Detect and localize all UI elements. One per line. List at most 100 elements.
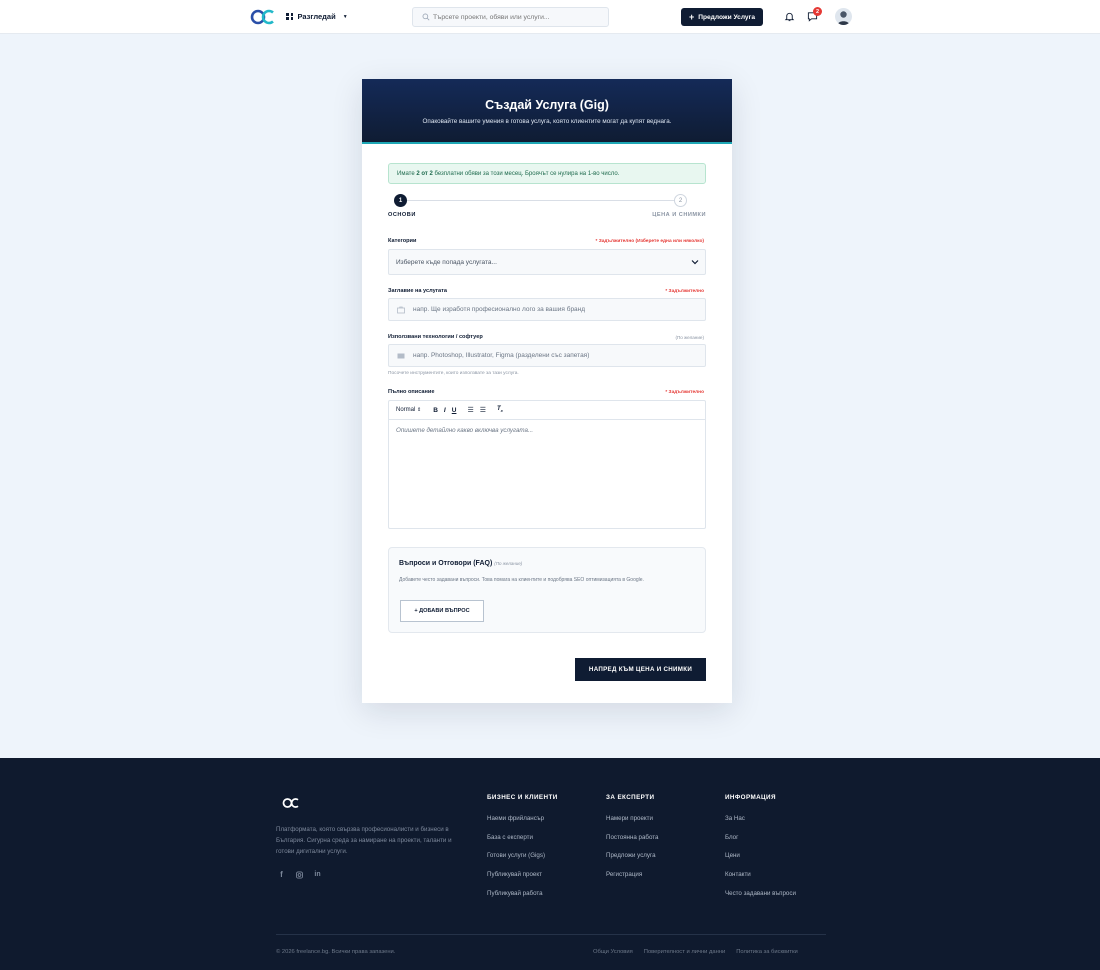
editor-toolbar: Normal ⇕ B I U ☰ ☰ Tx <box>389 401 705 420</box>
description-editor[interactable]: Normal ⇕ B I U ☰ ☰ Tx Опишете детайлно к… <box>388 400 706 529</box>
step-2-indicator: 2 <box>674 194 687 207</box>
footer-link[interactable]: Публикувай работа <box>487 890 558 909</box>
laptop-icon <box>397 353 405 359</box>
logo-icon[interactable] <box>250 9 276 25</box>
service-title-label: Заглавие на услугата <box>388 288 448 294</box>
page-title: Създай Услуга (Gig) <box>485 98 609 112</box>
bold-icon[interactable]: B <box>433 407 438 414</box>
category-select[interactable]: Изберете къде попада услугата... <box>388 249 706 275</box>
free-listings-notice: Имате 2 от 2 безплатни обяви за този мес… <box>388 163 706 184</box>
description-placeholder: Опишете детайлно какво включва услугата.… <box>396 427 534 434</box>
faq-section: Въпроси и Отговори (FAQ) (По желание) До… <box>388 547 706 633</box>
category-required: * Задължително (Изберете една или няколк… <box>595 239 704 244</box>
footer: Платформата, която свързва професионалис… <box>0 758 1100 970</box>
footer-link[interactable]: Често задавани въпроси <box>725 890 796 909</box>
clear-format-icon[interactable]: Tx <box>497 406 503 413</box>
text-format-select[interactable]: Normal ⇕ <box>396 407 421 413</box>
step-2-label: ЦЕНА И СНИМКИ <box>652 212 706 218</box>
footer-column-info: ИНФОРМАЦИЯ За Нас Блог Цени Контакти Чес… <box>725 794 796 908</box>
footer-link[interactable]: Намери проекти <box>606 815 658 834</box>
footer-link[interactable]: Предложи услуга <box>606 852 658 871</box>
footer-divider <box>276 934 826 935</box>
technologies-hint: Посочете инструментите, които използвате… <box>388 371 519 376</box>
plus-icon: + <box>688 11 695 22</box>
stepper: 1 2 ОСНОВИ ЦЕНА И СНИМКИ <box>388 194 706 222</box>
service-title-placeholder: напр. Ще изработя професионално лого за … <box>413 306 586 313</box>
instagram-icon[interactable] <box>296 870 303 879</box>
updown-icon: ⇕ <box>417 407 422 413</box>
footer-link[interactable]: База с експерти <box>487 834 558 853</box>
social-links: f in <box>278 870 321 879</box>
legal-links: Общи Условия Поверителност и лични данни… <box>593 949 798 955</box>
browse-label: Разгледай <box>297 12 336 21</box>
bullet-list-icon[interactable]: ☰ <box>480 406 486 414</box>
footer-link[interactable]: Блог <box>725 834 796 853</box>
faq-title-text: Въпроси и Отговори (FAQ) <box>399 560 493 567</box>
bell-icon[interactable] <box>784 11 795 22</box>
privacy-link[interactable]: Поверителност и лични данни <box>644 949 725 955</box>
footer-column-title: БИЗНЕС И КЛИЕНТИ <box>487 794 558 801</box>
footer-link[interactable]: Постоянна работа <box>606 834 658 853</box>
facebook-icon[interactable]: f <box>278 870 285 879</box>
browse-menu[interactable]: Разгледай ▼ <box>286 12 348 21</box>
footer-link[interactable]: Готови услуги (Gigs) <box>487 852 558 871</box>
service-title-required: * Задължително <box>665 289 704 294</box>
footer-link[interactable]: Контакти <box>725 871 796 890</box>
grid-icon <box>286 13 294 20</box>
technologies-label: Използвани технологии / софтуер <box>388 334 483 340</box>
next-step-button[interactable]: НАПРЕД КЪМ ЦЕНА И СНИМКИ <box>575 658 706 681</box>
notice-suffix: безплатни обяви за този месец. Броячът с… <box>432 171 620 177</box>
ordered-list-icon[interactable]: ☰ <box>467 406 473 414</box>
category-placeholder: Изберете къде попада услугата... <box>396 259 497 266</box>
footer-link[interactable]: Цени <box>725 852 796 871</box>
create-gig-card: Създай Услуга (Gig) Опаковайте вашите ум… <box>362 79 732 703</box>
search-icon <box>422 13 430 21</box>
footer-column-experts: ЗА ЕКСПЕРТИ Намери проекти Постоянна раб… <box>606 794 658 890</box>
copyright: © 2026 freelance.bg. Всички права запазе… <box>276 949 396 955</box>
faq-description: Добавете често задавани въпроси. Това по… <box>399 577 644 583</box>
offer-service-button[interactable]: + Предложи Услуга <box>681 8 763 26</box>
briefcase-icon <box>397 306 405 314</box>
search-input[interactable] <box>433 11 603 23</box>
footer-link[interactable]: Регистрация <box>606 871 658 890</box>
user-avatar-icon <box>837 11 850 25</box>
service-title-input[interactable]: напр. Ще изработя професионално лого за … <box>388 298 706 321</box>
offer-service-label: Предложи Услуга <box>698 13 756 21</box>
step-1-label: ОСНОВИ <box>388 212 416 218</box>
linkedin-icon[interactable]: in <box>314 870 321 879</box>
description-label: Пълно описание <box>388 389 435 395</box>
chevron-down-icon: ▼ <box>342 13 348 20</box>
italic-icon[interactable]: I <box>444 407 446 414</box>
technologies-optional: (По желание) <box>675 335 704 340</box>
notice-prefix: Имате <box>397 171 417 177</box>
step-1-indicator: 1 <box>394 194 407 207</box>
card-header: Създай Услуга (Gig) Опаковайте вашите ум… <box>362 79 732 144</box>
terms-link[interactable]: Общи Условия <box>593 949 633 955</box>
faq-title: Въпроси и Отговори (FAQ) (По желание) <box>399 560 522 567</box>
top-navbar: Разгледай ▼ + Предложи Услуга 2 <box>0 0 1100 34</box>
page-subtitle: Опаковайте вашите умения в готова услуга… <box>422 118 672 125</box>
footer-column-title: ЗА ЕКСПЕРТИ <box>606 794 655 801</box>
faq-optional: (По желание) <box>494 561 523 566</box>
technologies-placeholder: напр. Photoshop, Illustrator, Figma (раз… <box>413 352 590 359</box>
messages-badge: 2 <box>813 7 822 16</box>
footer-link[interactable]: Публикувай проект <box>487 871 558 890</box>
add-question-button[interactable]: + ДОБАВИ ВЪПРОС <box>400 600 484 622</box>
footer-logo-icon[interactable] <box>282 797 300 809</box>
chevron-down-icon <box>691 260 699 265</box>
search-bar[interactable] <box>412 7 609 27</box>
description-required: * Задължително <box>665 390 704 395</box>
footer-description: Платформата, която свързва професионалис… <box>276 826 452 855</box>
cookies-link[interactable]: Политика за бисквитки <box>736 949 798 955</box>
text-format-value: Normal <box>396 407 416 413</box>
footer-link[interactable]: Наеми фрийлансър <box>487 815 558 834</box>
category-label: Категории <box>388 238 417 244</box>
footer-link[interactable]: За Нас <box>725 815 796 834</box>
footer-column-business: БИЗНЕС И КЛИЕНТИ Наеми фрийлансър База с… <box>487 794 558 908</box>
notice-count: 2 от 2 <box>416 171 433 177</box>
stepper-line <box>400 200 680 201</box>
technologies-input[interactable]: напр. Photoshop, Illustrator, Figma (раз… <box>388 344 706 367</box>
footer-column-title: ИНФОРМАЦИЯ <box>725 794 776 801</box>
avatar[interactable] <box>835 8 852 25</box>
underline-icon[interactable]: U <box>452 407 457 414</box>
